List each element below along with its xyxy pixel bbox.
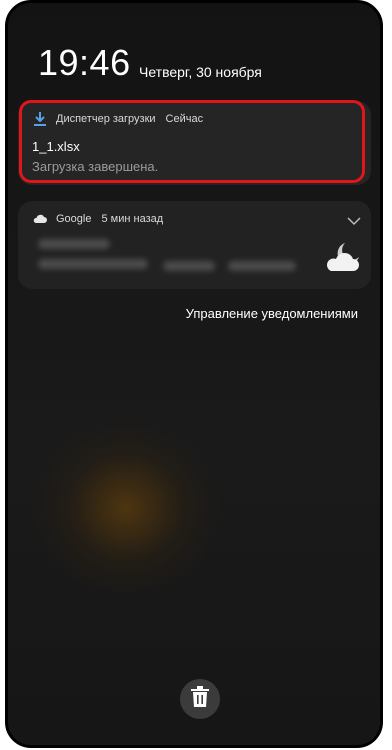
notification-app-name: Диспетчер загрузки — [56, 113, 156, 125]
notification-header: Диспетчер загрузки Сейчас — [32, 111, 203, 127]
cloud-moon-icon — [323, 239, 363, 275]
google-notification[interactable]: Google 5 мин назад — [18, 201, 371, 289]
cloud-icon — [32, 211, 48, 227]
blurred-text — [228, 261, 296, 271]
notification-time: Сейчас — [165, 113, 204, 125]
clock-time: 19:46 — [38, 42, 131, 83]
notification-time: 5 мин назад — [101, 213, 164, 225]
download-status: Загрузка завершена. — [32, 159, 159, 174]
download-icon — [32, 111, 48, 127]
blurred-text — [163, 261, 215, 271]
manage-notifications-link[interactable]: Управление уведомлениями — [186, 306, 358, 321]
clock-date: Четверг, 30 ноября — [139, 64, 262, 80]
chevron-down-icon[interactable] — [347, 213, 361, 226]
downloaded-file-name: 1_1.xlsx — [32, 139, 80, 154]
notification-header: Google 5 мин назад — [32, 211, 163, 227]
notification-app-name: Google — [56, 213, 92, 225]
lock-screen: 19:46 Четверг, 30 ноября Диспетчер загру… — [5, 0, 383, 748]
blurred-text — [38, 259, 148, 269]
download-notification[interactable]: Диспетчер загрузки Сейчас 1_1.xlsx Загру… — [18, 101, 371, 185]
clear-notifications-button[interactable] — [180, 679, 220, 719]
blurred-text — [38, 239, 110, 249]
trash-icon — [190, 685, 210, 713]
